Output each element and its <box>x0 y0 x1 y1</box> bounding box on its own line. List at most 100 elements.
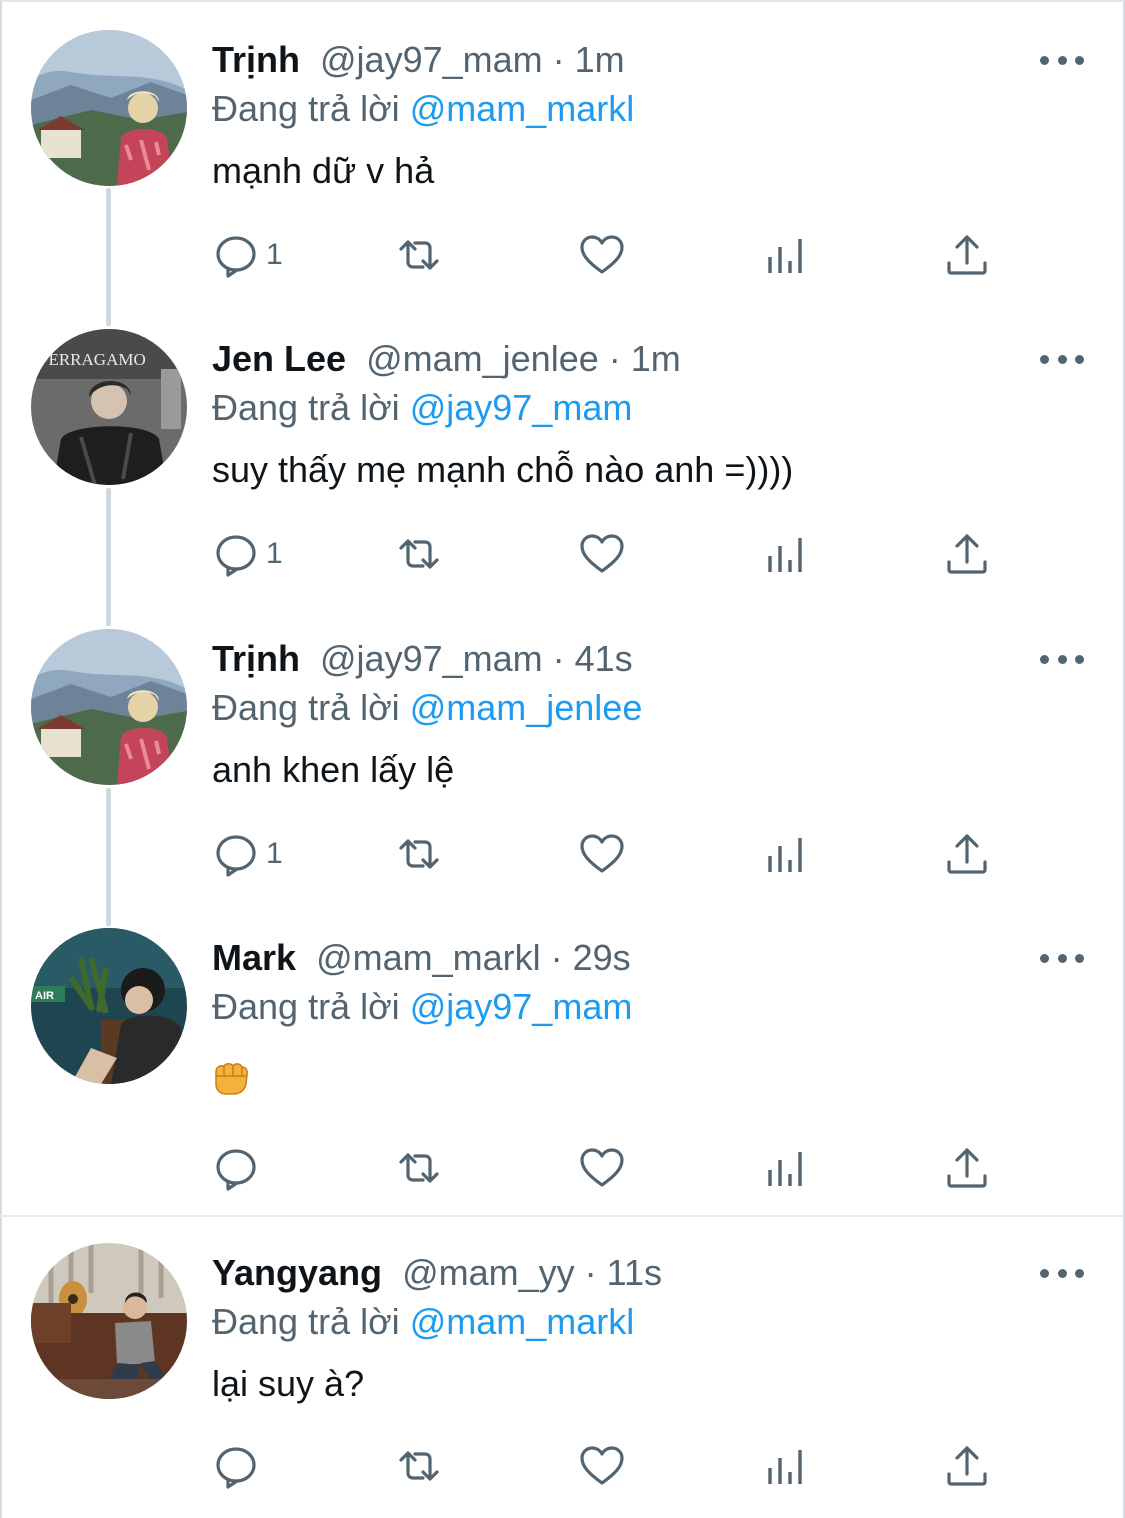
tweet-header: Trịnh @jay97_mam · 1m <box>212 38 625 82</box>
share-button[interactable] <box>943 829 991 879</box>
avatar[interactable] <box>31 629 187 785</box>
analytics-icon <box>768 538 802 572</box>
handle-and-time: @mam_markl · 29s <box>316 937 631 978</box>
retweet-icon <box>399 240 439 270</box>
avatar[interactable] <box>31 30 187 186</box>
reply-mention-link[interactable]: @jay97_mam <box>410 986 633 1027</box>
display-name[interactable]: Jen Lee <box>212 338 346 379</box>
tweet-header: Yangyang @mam_yy · 11s <box>212 1251 662 1295</box>
reply-prefix: Đang trả lời <box>212 986 400 1027</box>
like-button[interactable] <box>578 230 626 280</box>
reply-button[interactable] <box>212 1143 266 1193</box>
handle-and-time: @jay97_mam · 1m <box>320 39 625 80</box>
share-icon <box>947 834 987 874</box>
retweet-button[interactable] <box>395 230 443 280</box>
reply-icon <box>216 1149 256 1191</box>
share-icon <box>947 534 987 574</box>
dark-jacket-avatar: FERRAGAMO <box>31 329 187 485</box>
reply-button[interactable]: 1 <box>212 829 283 879</box>
reply-button[interactable]: 1 <box>212 230 283 280</box>
share-icon <box>947 235 987 275</box>
reply-count: 1 <box>266 837 283 870</box>
avatar[interactable] <box>31 1243 187 1399</box>
analytics-icon <box>768 1450 802 1484</box>
share-button[interactable] <box>943 529 991 579</box>
tweet-text: lại suy à? <box>212 1363 365 1404</box>
analytics-button[interactable] <box>762 529 810 579</box>
tweet-actions <box>212 1441 1012 1491</box>
tweet-header: Jen Lee @mam_jenlee · 1m <box>212 337 681 381</box>
analytics-icon <box>768 239 802 273</box>
more-options-icon[interactable] <box>1040 50 1084 70</box>
analytics-icon <box>768 838 802 872</box>
share-button[interactable] <box>943 1441 991 1491</box>
reply-button[interactable]: 1 <box>212 529 283 579</box>
reply-count: 1 <box>266 537 283 570</box>
reply-context: Đang trả lời @mam_markl <box>212 1300 634 1344</box>
reply-mention-link[interactable]: @mam_markl <box>410 88 635 129</box>
thread-connector <box>106 188 111 326</box>
more-options-icon[interactable] <box>1040 349 1084 369</box>
avatar[interactable]: AIR <box>31 928 187 1084</box>
fist-bump-emoji <box>215 1063 248 1095</box>
analytics-button[interactable] <box>762 230 810 280</box>
reply-context: Đang trả lời @mam_markl <box>212 87 634 131</box>
tweet-text: mạnh dữ v hả <box>212 150 435 191</box>
tweet-header: Trịnh @jay97_mam · 41s <box>212 637 633 681</box>
reply-prefix: Đang trả lời <box>212 88 400 129</box>
reply-mention-link[interactable]: @jay97_mam <box>410 387 633 428</box>
reply-prefix: Đang trả lời <box>212 687 400 728</box>
analytics-icon <box>768 1152 802 1186</box>
handle-and-time: @mam_jenlee · 1m <box>366 338 681 379</box>
tweet-actions: 1 <box>212 529 1012 579</box>
handle-and-time: @jay97_mam · 41s <box>320 638 633 679</box>
like-icon <box>580 534 624 573</box>
reply-mention-link[interactable]: @mam_markl <box>410 1301 635 1342</box>
retweet-icon <box>399 1153 439 1183</box>
share-icon <box>947 1148 987 1188</box>
reply-icon <box>216 236 256 278</box>
analytics-button[interactable] <box>762 1143 810 1193</box>
landscape-profile-avatar <box>31 30 187 186</box>
thread-connector <box>106 488 111 626</box>
reply-icon <box>216 835 256 877</box>
avatar-sign-text: AIR <box>35 990 54 1002</box>
more-options-icon[interactable] <box>1040 1263 1084 1283</box>
retweet-icon <box>399 539 439 569</box>
like-button[interactable] <box>578 1143 626 1193</box>
like-icon <box>580 834 624 873</box>
like-icon <box>580 235 624 274</box>
more-options-icon[interactable] <box>1040 948 1084 968</box>
like-icon <box>580 1148 624 1187</box>
retweet-button[interactable] <box>395 1143 443 1193</box>
display-name[interactable]: Yangyang <box>212 1252 382 1293</box>
like-button[interactable] <box>578 1441 626 1491</box>
share-button[interactable] <box>943 230 991 280</box>
avatar-sign-text: FERRAGAMO <box>39 350 146 369</box>
plant-room-avatar: AIR <box>31 928 187 1084</box>
share-button[interactable] <box>943 1143 991 1193</box>
share-icon <box>947 1446 987 1486</box>
avatar[interactable]: FERRAGAMO <box>31 329 187 485</box>
like-button[interactable] <box>578 529 626 579</box>
analytics-button[interactable] <box>762 829 810 879</box>
like-icon <box>580 1446 624 1485</box>
retweet-button[interactable] <box>395 529 443 579</box>
display-name[interactable]: Trịnh <box>212 39 300 80</box>
retweet-button[interactable] <box>395 829 443 879</box>
analytics-button[interactable] <box>762 1441 810 1491</box>
reply-context: Đang trả lời @mam_jenlee <box>212 686 642 730</box>
reply-count: 1 <box>266 238 283 271</box>
landscape-profile-avatar <box>31 629 187 785</box>
more-options-icon[interactable] <box>1040 649 1084 669</box>
reply-prefix: Đang trả lời <box>212 387 400 428</box>
retweet-button[interactable] <box>395 1441 443 1491</box>
reply-icon <box>216 535 256 577</box>
display-name[interactable]: Mark <box>212 937 296 978</box>
like-button[interactable] <box>578 829 626 879</box>
display-name[interactable]: Trịnh <box>212 638 300 679</box>
retweet-icon <box>399 1451 439 1481</box>
reply-prefix: Đang trả lời <box>212 1301 400 1342</box>
reply-mention-link[interactable]: @mam_jenlee <box>410 687 643 728</box>
reply-button[interactable] <box>212 1441 266 1491</box>
